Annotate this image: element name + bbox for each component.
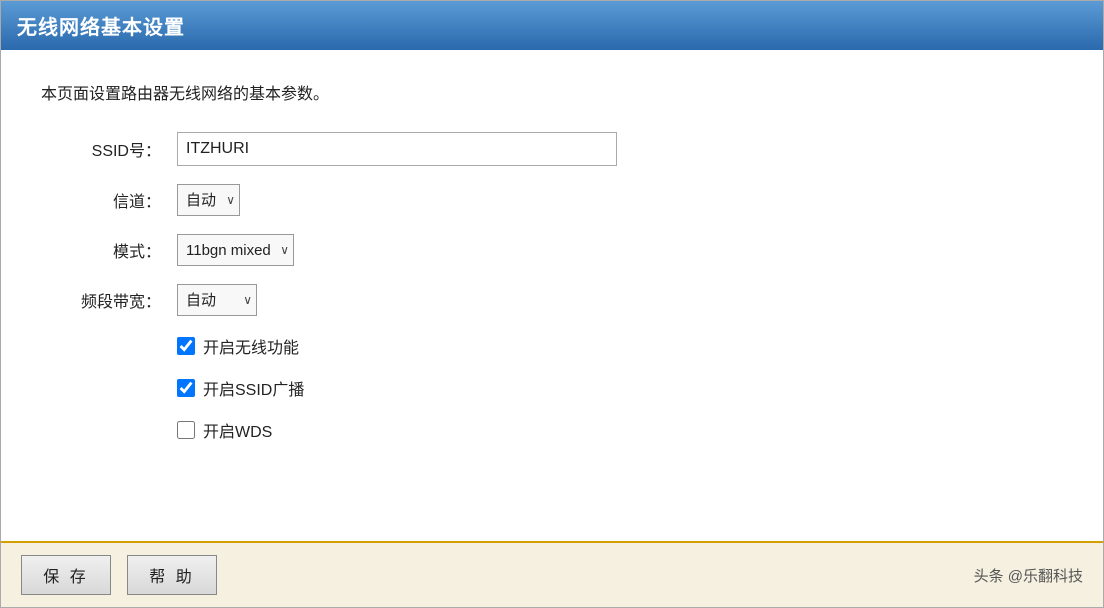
channel-select[interactable]: 自动 1 2 3 4 5 6 xyxy=(177,184,240,216)
footer: 保 存 帮 助 头条 @乐翻科技 xyxy=(1,541,1103,607)
footer-buttons: 保 存 帮 助 xyxy=(21,555,217,595)
page-description: 本页面设置路由器无线网络的基本参数。 xyxy=(41,80,1063,104)
main-window: 无线网络基本设置 本页面设置路由器无线网络的基本参数。 SSID号： 信道： 自… xyxy=(0,0,1104,608)
ssid-broadcast-checkbox[interactable] xyxy=(177,379,195,397)
channel-select-wrapper: 自动 1 2 3 4 5 6 xyxy=(177,184,240,216)
wireless-enable-checkbox[interactable] xyxy=(177,337,195,355)
ssid-broadcast-row: 开启SSID广播 xyxy=(177,376,1063,400)
title-bar: 无线网络基本设置 xyxy=(1,1,1103,50)
bandwidth-select[interactable]: 自动 20MHz 40MHz xyxy=(177,284,257,316)
channel-label: 信道： xyxy=(71,188,161,212)
form-area: SSID号： 信道： 自动 1 2 3 4 5 6 xyxy=(71,132,1063,442)
bandwidth-label: 频段带宽： xyxy=(71,288,161,312)
window-title: 无线网络基本设置 xyxy=(17,17,185,39)
content-area: 本页面设置路由器无线网络的基本参数。 SSID号： 信道： 自动 1 2 3 4 xyxy=(1,50,1103,541)
channel-row: 信道： 自动 1 2 3 4 5 6 xyxy=(71,184,1063,216)
help-button[interactable]: 帮 助 xyxy=(127,555,217,595)
ssid-label: SSID号： xyxy=(71,137,161,161)
ssid-input[interactable] xyxy=(177,132,617,166)
ssid-row: SSID号： xyxy=(71,132,1063,166)
wds-label: 开启WDS xyxy=(203,418,272,442)
wireless-enable-row: 开启无线功能 xyxy=(177,334,1063,358)
mode-select-wrapper: 11bgn mixed 11b only 11g only 11n only xyxy=(177,234,294,266)
wds-row: 开启WDS xyxy=(177,418,1063,442)
watermark-text: 头条 @乐翻科技 xyxy=(974,565,1083,586)
wireless-enable-label: 开启无线功能 xyxy=(203,334,299,358)
wds-checkbox[interactable] xyxy=(177,421,195,439)
mode-row: 模式： 11bgn mixed 11b only 11g only 11n on… xyxy=(71,234,1063,266)
mode-label: 模式： xyxy=(71,238,161,262)
bandwidth-row: 频段带宽： 自动 20MHz 40MHz xyxy=(71,284,1063,316)
bandwidth-select-wrapper: 自动 20MHz 40MHz xyxy=(177,284,257,316)
ssid-broadcast-label: 开启SSID广播 xyxy=(203,376,304,400)
save-button[interactable]: 保 存 xyxy=(21,555,111,595)
mode-select[interactable]: 11bgn mixed 11b only 11g only 11n only xyxy=(177,234,294,266)
